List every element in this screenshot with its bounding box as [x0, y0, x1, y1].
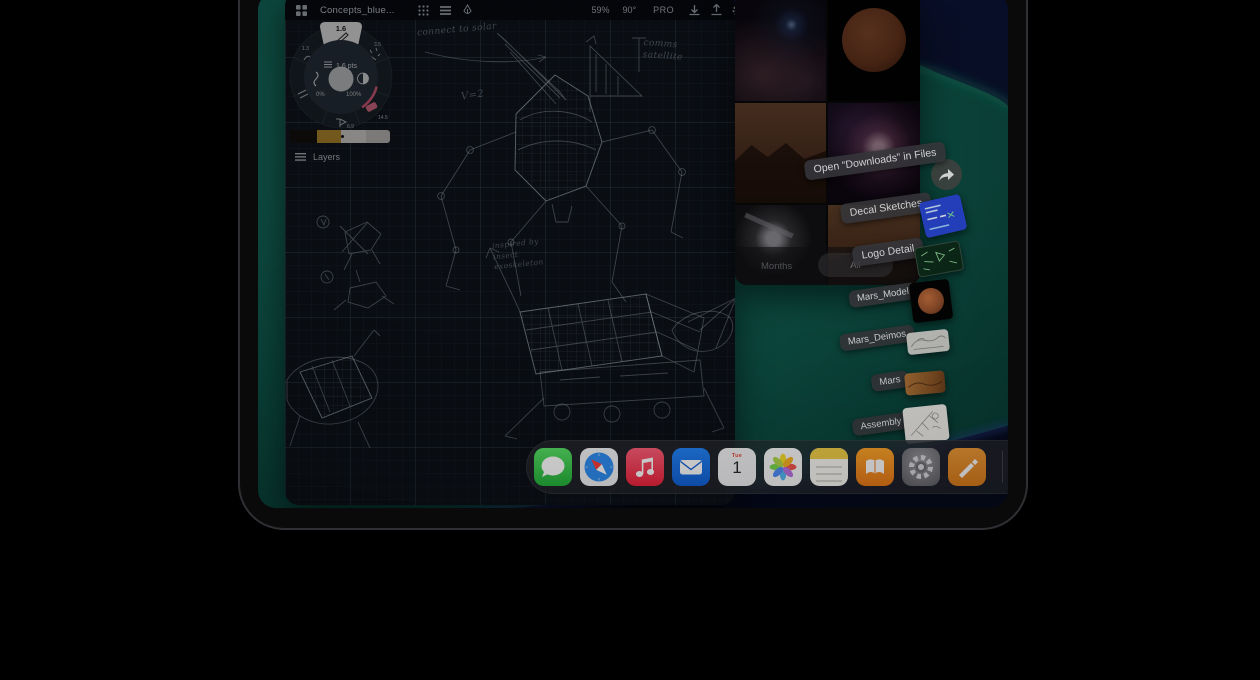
stacked-lines-icon[interactable]	[439, 4, 452, 17]
dock-icon-books[interactable]	[856, 448, 894, 486]
photo-nebula-blue[interactable]	[735, 0, 826, 101]
annotation-satellite: comms satellite	[642, 38, 701, 65]
photo-orion-nebula[interactable]	[828, 103, 920, 203]
document-title[interactable]: Concepts_blue...	[320, 5, 395, 16]
export-icon[interactable]	[710, 4, 723, 17]
layers-menu-icon	[295, 153, 306, 161]
tab-months[interactable]: Months	[761, 261, 792, 272]
pen-icon	[948, 448, 986, 486]
dock-icon-messages[interactable]	[534, 448, 572, 486]
swatch-gold[interactable]	[317, 130, 341, 143]
swatch-black[interactable]	[290, 130, 317, 143]
dock-icon-photos[interactable]	[764, 448, 802, 486]
color-strip[interactable]	[290, 130, 390, 143]
swatch-light[interactable]	[341, 130, 366, 143]
chat-bubble-icon	[534, 448, 572, 486]
annotation-note: inspired by insect exoskeleton	[492, 235, 559, 273]
dock-icon-notes[interactable]	[810, 448, 848, 486]
forward-arrow-icon	[938, 167, 955, 182]
ring-value-2: 3.5	[374, 42, 381, 48]
layers-button[interactable]: Layers	[295, 152, 340, 162]
ring-value-3: 14.5	[378, 115, 388, 121]
photo-mars-planet[interactable]	[828, 0, 920, 101]
dock-icon-sketch-pen[interactable]	[948, 448, 986, 486]
swatch-selector-dot	[341, 135, 344, 138]
dock-separator	[1002, 451, 1003, 483]
concepts-app-window: connect to solar comms satellite V=2 ins…	[285, 0, 735, 505]
dots-grid-icon[interactable]	[417, 4, 430, 17]
tab-all[interactable]: All	[818, 253, 893, 277]
tool-wheel[interactable]: 1.6 1.3 3.5 14.5 6.9 1.6 pts	[286, 20, 396, 130]
concepts-toolbar: Concepts_blue... 59% 90° PRO	[285, 0, 735, 20]
active-tool-size: 1.6	[336, 24, 346, 33]
photos-app-window: Months All	[735, 0, 920, 285]
dock-icon-settings[interactable]	[902, 448, 940, 486]
ring-value-1: 1.3	[302, 46, 309, 52]
layers-label: Layers	[313, 152, 340, 162]
photos-tab-bar: Months All	[735, 247, 920, 285]
gear-icon	[902, 448, 940, 486]
dock-icon-music[interactable]	[626, 448, 664, 486]
share-forward-button[interactable]	[931, 159, 962, 190]
zoom-level[interactable]: 59%	[592, 5, 610, 15]
nib-icon[interactable]	[461, 4, 474, 17]
dock-icon-safari[interactable]	[580, 448, 618, 486]
dock-icon-calendar[interactable]: Tue 1	[718, 448, 756, 486]
flower-icon	[764, 448, 802, 486]
photo-mars-landscape[interactable]	[735, 103, 826, 203]
calendar-day: 1	[718, 459, 756, 478]
pro-badge[interactable]: PRO	[653, 5, 674, 15]
compass-icon	[580, 448, 618, 486]
swatch-gray[interactable]	[366, 130, 390, 143]
envelope-icon	[672, 448, 710, 486]
apps-grid-icon[interactable]	[295, 4, 308, 17]
notes-header	[810, 448, 848, 459]
tab-all-label: All	[850, 260, 861, 271]
notes-line	[816, 480, 842, 482]
music-note-icon	[626, 448, 664, 486]
opacity-max: 100%	[346, 92, 362, 98]
dock-icon-mail[interactable]	[672, 448, 710, 486]
opacity-min: 0%	[316, 92, 325, 98]
brush-preview[interactable]	[329, 67, 354, 92]
ipad-screen: connect to solar comms satellite V=2 ins…	[258, 0, 1008, 508]
canvas-angle[interactable]: 90°	[623, 5, 637, 15]
open-book-icon	[856, 448, 894, 486]
import-icon[interactable]	[688, 4, 701, 17]
notes-line	[816, 473, 842, 475]
stage: connect to solar comms satellite V=2 ins…	[0, 0, 1260, 680]
notes-line	[816, 466, 842, 468]
